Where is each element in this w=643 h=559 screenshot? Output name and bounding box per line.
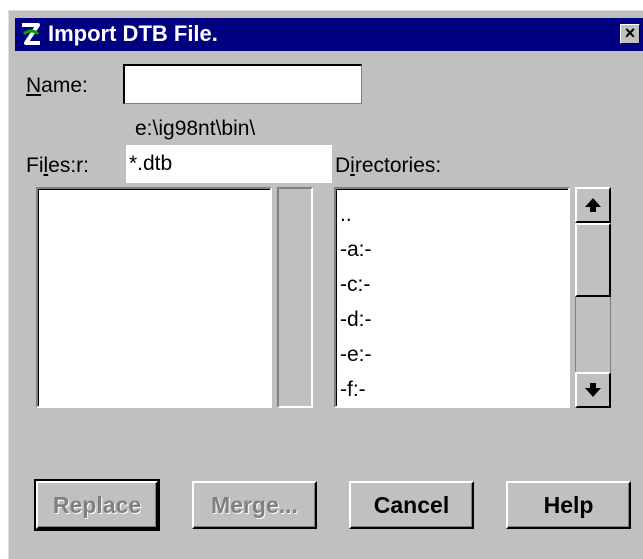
merge-button[interactable]: Merge... (192, 481, 317, 529)
directories-list[interactable]: .. -a:- -c:- -d:- -e:- -f:- (334, 187, 570, 408)
cancel-button[interactable]: Cancel (349, 481, 474, 529)
scroll-track[interactable] (575, 297, 611, 372)
name-label: Name: (26, 74, 88, 97)
scroll-up-button[interactable] (575, 187, 611, 223)
arrow-down-icon (585, 383, 601, 397)
directories-scrollbar[interactable] (575, 187, 611, 408)
app-logo-icon (22, 23, 40, 45)
files-list-scroll-area[interactable] (277, 187, 313, 408)
current-directory-path: e:\ig98nt\bin\ (135, 117, 256, 140)
file-filter-input[interactable] (126, 145, 332, 183)
help-button[interactable]: Help (506, 481, 631, 529)
close-icon: × (624, 23, 636, 43)
directory-item[interactable]: -c:- (338, 267, 372, 302)
name-input[interactable] (123, 64, 362, 104)
directories-items: .. -a:- -c:- -d:- -e:- -f:- (338, 197, 372, 407)
scroll-thumb[interactable] (575, 223, 611, 297)
arrow-up-icon (585, 198, 601, 212)
import-dtb-dialog: Import DTB File. × Name: e:\ig98nt\bin\ … (8, 10, 643, 559)
files-list[interactable] (36, 187, 272, 408)
title-bar[interactable]: Import DTB File. × (15, 18, 643, 51)
close-button[interactable]: × (620, 24, 640, 44)
files-label: Files:r: (26, 154, 90, 177)
directory-item[interactable]: -e:- (338, 337, 372, 372)
directory-item[interactable]: -a:- (338, 232, 372, 267)
window-title: Import DTB File. (48, 21, 218, 46)
directory-item[interactable]: .. (338, 197, 372, 232)
directories-label: Directories: (335, 154, 442, 177)
directory-item[interactable]: -f:- (338, 372, 372, 407)
directory-item[interactable]: -d:- (338, 302, 372, 337)
replace-button[interactable]: Replace (34, 479, 160, 531)
scroll-down-button[interactable] (575, 372, 611, 408)
